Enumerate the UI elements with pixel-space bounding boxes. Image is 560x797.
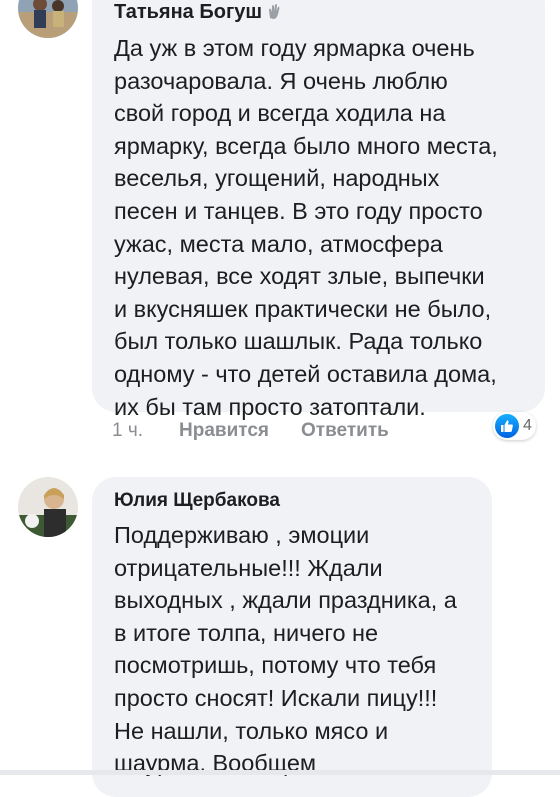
comment-bubble: Юлия Щербакова Поддерживаю , эмоции отри…	[92, 477, 492, 797]
reactions-badge[interactable]: 4	[493, 412, 536, 440]
reply-button[interactable]: Ответить	[301, 420, 389, 442]
comment-actions: 1 ч. Нравится Ответить	[112, 420, 389, 442]
wave-icon	[265, 3, 283, 21]
comment-line: их бы там просто затоптали.	[114, 393, 426, 420]
comment-line: был только шашлык. Рада только	[114, 328, 483, 355]
comment-line: Да уж в этом году ярмарка очень	[114, 35, 475, 61]
avatar[interactable]	[18, 0, 78, 38]
comment-text: Поддерживаю , эмоции отрицательные!!! Жд…	[114, 519, 474, 780]
comment-time[interactable]: 1 ч.	[112, 420, 143, 442]
comment-line: в итоге толпа, ничего не	[114, 619, 379, 646]
comment-author[interactable]: Татьяна Богуш	[114, 0, 262, 24]
comment-line: свой город и всегда ходила на	[114, 100, 446, 127]
like-reaction-icon	[495, 414, 519, 438]
comment-line: разочаровала. Я очень люблю	[114, 67, 448, 94]
comment-line: песен и танцев. В это году просто	[114, 197, 483, 224]
comment-line: и вкусняшек практически не было,	[114, 295, 492, 322]
comment-line: просто сносят! Искали пицу!!!	[114, 684, 438, 711]
comment-line: нулевая, все ходят злые, выпечки	[114, 263, 485, 290]
comment-line: выходных , ждали праздника, а	[114, 587, 457, 614]
avatar[interactable]	[18, 477, 78, 537]
avatar-photo	[18, 477, 78, 537]
comment-line: ужас, места мало, атмосфера	[114, 230, 443, 257]
comment-text: Да уж в этом году ярмарка очень разочаро…	[114, 32, 527, 423]
comment-line: ярмарку, всегда было много места,	[114, 132, 498, 159]
comment-line: посмотришь, потому что тебя	[114, 652, 437, 679]
avatar-photo	[18, 0, 78, 38]
comment-line: Не нашли, только мясо и	[114, 717, 389, 744]
bottom-divider	[0, 770, 560, 775]
like-button[interactable]: Нравится	[179, 420, 269, 442]
comment-author[interactable]: Юлия Щербакова	[114, 489, 280, 513]
reaction-count: 4	[523, 417, 532, 434]
comment-line: отрицательные!!! Ждали	[114, 554, 383, 581]
comment-line: веселья, угощений, народных	[114, 165, 440, 192]
comment-line: одному - что детей оставила дома,	[114, 360, 497, 387]
comment-line: Поддерживаю , эмоции	[114, 522, 370, 548]
comment-bubble: Татьяна Богуш Да уж в этом году ярмарка …	[92, 0, 545, 420]
